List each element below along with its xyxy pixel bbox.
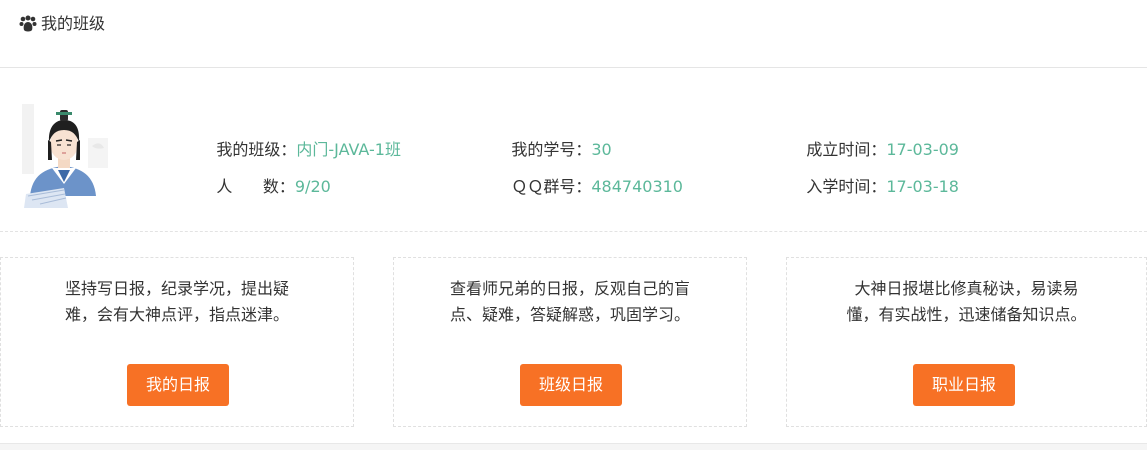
- member-count-value: 9/20: [294, 177, 331, 196]
- enrollment-date-label: 入学时间：: [806, 177, 887, 196]
- my-report-desc-line2: 难，会有大神点评，指点迷津。: [64, 305, 289, 324]
- my-report-card: 坚持写日报，纪录学况，提出疑 难，会有大神点评，指点迷津。 我的日报: [0, 257, 354, 427]
- class-report-description: 查看师兄弟的日报，反观自己的盲 点、疑难，答疑解惑，巩固学习。: [394, 276, 746, 328]
- my-report-desc-line1: 坚持写日报，纪录学况，提出疑: [64, 279, 289, 298]
- qq-group-row: ＱＱ群号：484740310: [491, 157, 683, 217]
- career-report-desc-line1: 大神日报堪比修真秘诀，易读易: [854, 279, 1079, 298]
- scholar-avatar: [22, 104, 108, 208]
- class-profile: 我的班级：内门-JAVA-1班 人 数：9/20 我的学号：30 ＱＱ群号：48…: [0, 68, 1147, 232]
- enrollment-date-row: 入学时间：17-03-18: [786, 157, 959, 217]
- member-count-label: 人 数：: [216, 177, 295, 196]
- class-report-desc-line2: 点、疑难，答疑解惑，巩固学习。: [449, 305, 690, 324]
- users-icon: [19, 15, 37, 32]
- career-report-button[interactable]: 职业日报: [913, 364, 1015, 406]
- member-count-row: 人 数：9/20: [196, 157, 331, 217]
- page-header: 我的班级: [0, 0, 1147, 68]
- qq-group-label: ＱＱ群号：: [511, 177, 592, 196]
- career-report-card: 大神日报堪比修真秘诀，易读易 懂，有实战性，迅速储备知识点。 职业日报: [786, 257, 1147, 427]
- qq-group-value: 484740310: [591, 177, 683, 196]
- class-report-desc-line1: 查看师兄弟的日报，反观自己的盲: [449, 279, 690, 298]
- enrollment-date-value: 17-03-18: [886, 177, 959, 196]
- career-report-desc-line2: 懂，有实战性，迅速储备知识点。: [846, 305, 1087, 324]
- class-report-card: 查看师兄弟的日报，反观自己的盲 点、疑难，答疑解惑，巩固学习。 班级日报: [393, 257, 747, 427]
- my-report-description: 坚持写日报，纪录学况，提出疑 难，会有大神点评，指点迷津。: [1, 276, 353, 328]
- my-report-button[interactable]: 我的日报: [127, 364, 229, 406]
- class-report-button[interactable]: 班级日报: [520, 364, 622, 406]
- section-divider: [0, 231, 1147, 232]
- career-report-description: 大神日报堪比修真秘诀，易读易 懂，有实战性，迅速储备知识点。: [787, 276, 1146, 328]
- page-title: 我的班级: [41, 14, 106, 33]
